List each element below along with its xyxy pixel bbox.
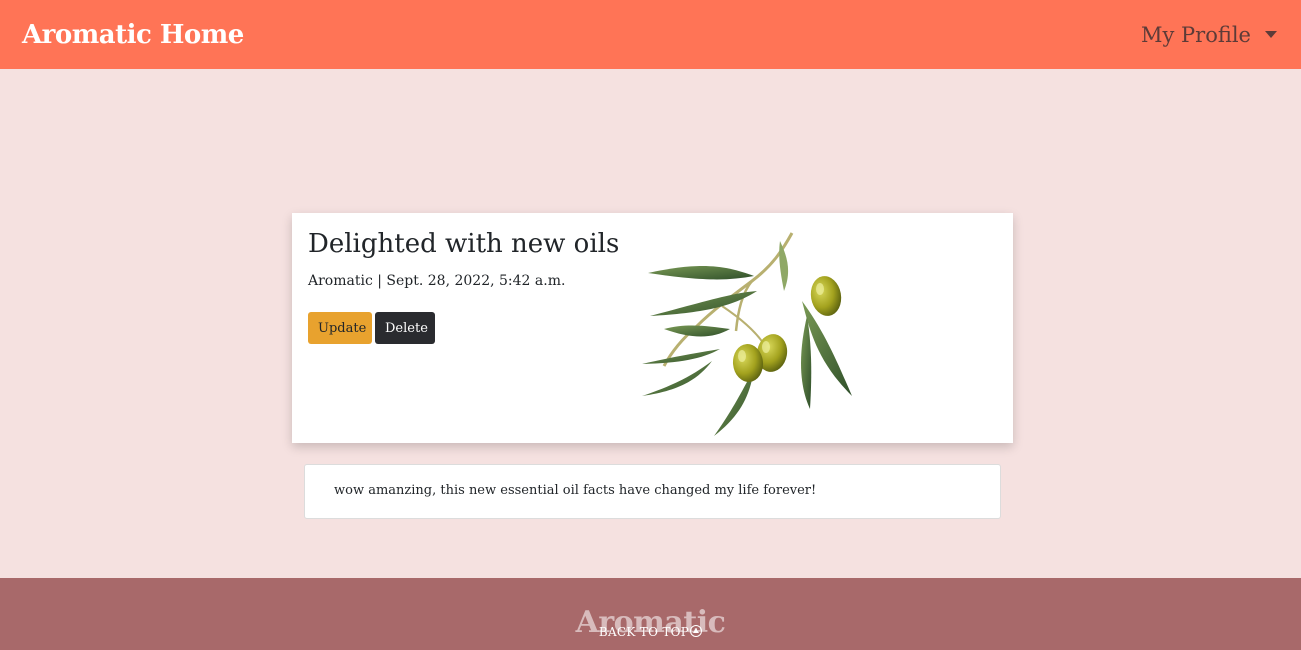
post-card: Delighted with new oils Aromatic | Sept.…	[292, 213, 1013, 443]
update-button[interactable]: Update	[308, 312, 372, 344]
profile-dropdown[interactable]: My Profile	[1141, 23, 1277, 47]
delete-button[interactable]: Delete	[375, 312, 435, 344]
post-title: Delighted with new oils	[308, 229, 620, 259]
back-to-top-link[interactable]: BACK TO TOP	[0, 625, 1301, 639]
back-to-top-label: BACK TO TOP	[598, 625, 690, 639]
olive-branch-icon	[642, 221, 872, 436]
profile-dropdown-label: My Profile	[1140, 22, 1251, 47]
top-navbar: Aromatic Home My Profile	[0, 0, 1301, 69]
comment-item: wow amanzing, this new essential oil fac…	[304, 464, 1001, 519]
caret-down-icon	[1265, 31, 1277, 38]
comment-text: wow amanzing, this new essential oil fac…	[334, 483, 817, 498]
post-meta: Aromatic | Sept. 28, 2022, 5:42 a.m.	[308, 273, 566, 289]
brand-link[interactable]: Aromatic Home	[22, 20, 244, 50]
olive-branch-image	[642, 232, 852, 436]
arrow-up-circle-icon	[690, 625, 703, 637]
footer: Aromatic BACK TO TOP	[0, 578, 1301, 650]
